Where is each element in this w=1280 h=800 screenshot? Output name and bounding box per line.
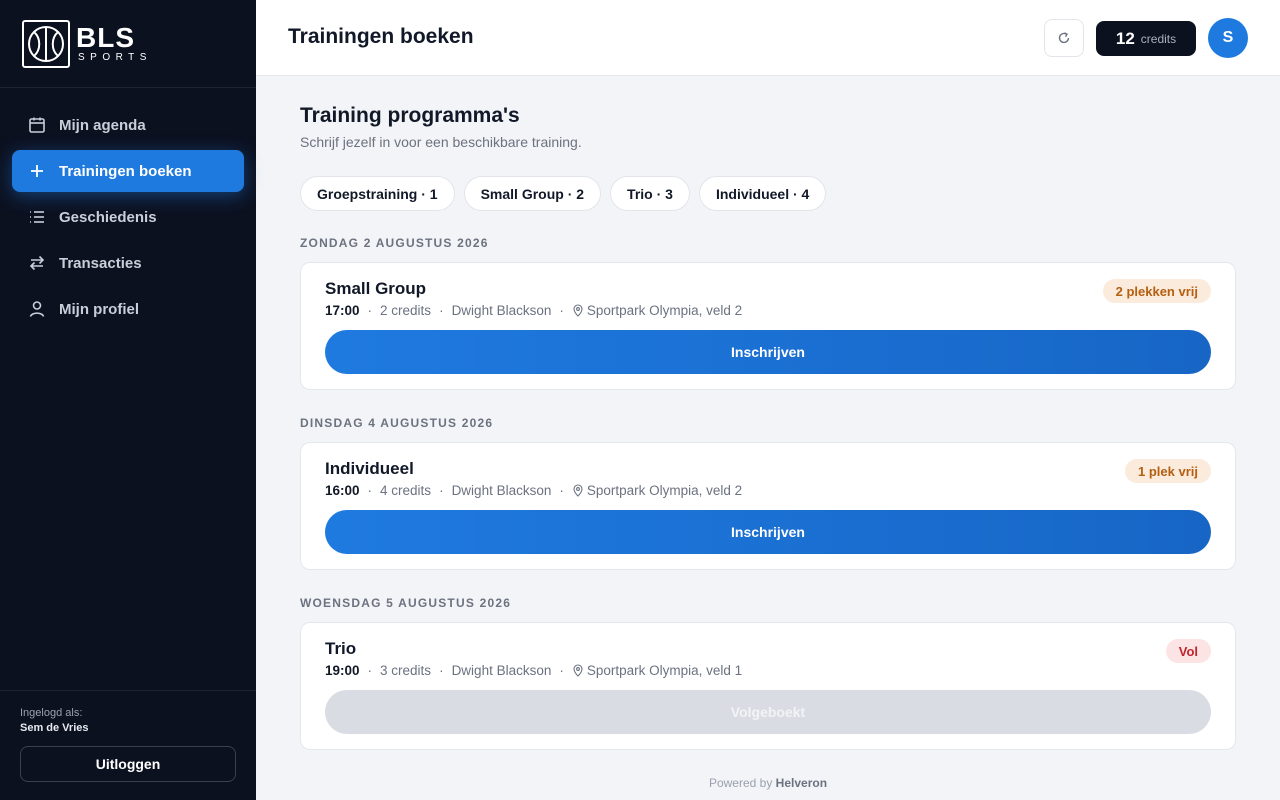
- sidebar-item-label: Trainingen boeken: [59, 162, 192, 180]
- training-time: 16:00: [325, 483, 360, 498]
- filter-chip-groepstraining[interactable]: Groepstraining · 1: [300, 176, 455, 211]
- sidebar-item-geschiedenis[interactable]: Geschiedenis: [12, 196, 244, 238]
- training-credits: 2 credits: [380, 303, 432, 318]
- refresh-icon: [1058, 32, 1070, 44]
- meta-separator: ·: [439, 663, 444, 678]
- meta-separator: ·: [367, 483, 373, 498]
- footer-brand: Helveron: [775, 776, 828, 790]
- availability-badge: 1 plek vrij: [1125, 459, 1211, 483]
- sidebar-nav: Mijn agenda Trainingen boeken Geschieden…: [0, 88, 256, 330]
- logged-in-label: Ingelogd als:: [20, 707, 83, 719]
- section-subtitle: Schrijf jezelf in voor een beschikbare t…: [300, 134, 582, 150]
- location-pin-icon: [573, 664, 583, 677]
- meta-separator: ·: [439, 303, 444, 318]
- training-meta: 16:00 · 4 credits · Dwight Blackson · Sp…: [325, 483, 742, 498]
- training-meta: 19:00 · 3 credits · Dwight Blackson · Sp…: [325, 663, 742, 678]
- logout-button[interactable]: Uitloggen: [20, 746, 236, 782]
- filter-chip-individueel[interactable]: Individueel · 4: [698, 176, 827, 211]
- sidebar-item-mijn-agenda[interactable]: Mijn agenda: [12, 104, 244, 146]
- training-card: Trio 19:00 · 3 credits · Dwight Blackson…: [300, 622, 1236, 750]
- credits-balance: 12 credits: [1096, 21, 1196, 56]
- user-avatar[interactable]: S: [1208, 18, 1248, 58]
- training-trainer: Dwight Blackson: [451, 483, 552, 498]
- brand-name: BLS: [76, 21, 135, 53]
- basketball-icon: [22, 19, 70, 68]
- credits-label: credits: [1140, 31, 1177, 46]
- arrows-swap-icon: [29, 255, 45, 271]
- page-header-title: Trainingen boeken: [288, 25, 474, 48]
- day-heading: DINSDAG 4 AUGUSTUS 2026: [300, 416, 494, 430]
- calendar-icon: [29, 117, 45, 133]
- meta-separator: ·: [559, 663, 564, 678]
- plus-icon: [31, 165, 43, 177]
- filter-chip-small-group[interactable]: Small Group · 2: [463, 176, 602, 211]
- day-heading: ZONDAG 2 AUGUSTUS 2026: [300, 236, 489, 250]
- list-icon: [30, 211, 44, 223]
- brand-logo[interactable]: BLS SPORTS: [0, 0, 256, 88]
- powered-by-footer: Powered by Helveron: [300, 776, 1236, 790]
- user-icon: [29, 301, 45, 317]
- top-header: Trainingen boeken 12 credits S: [256, 0, 1280, 76]
- training-time: 17:00: [325, 303, 360, 318]
- credits-count: 12: [1115, 28, 1135, 48]
- training-credits: 3 credits: [380, 663, 432, 678]
- training-title: Individueel: [325, 459, 414, 478]
- filter-chip-trio[interactable]: Trio · 3: [610, 176, 690, 211]
- training-card: Individueel 16:00 · 4 credits · Dwight B…: [300, 442, 1236, 570]
- sidebar-item-transacties[interactable]: Transacties: [12, 242, 244, 284]
- training-title: Trio: [325, 639, 357, 658]
- full-badge: Vol: [1165, 639, 1211, 663]
- meta-separator: ·: [559, 483, 564, 498]
- fully-booked-button: Volgeboekt: [325, 690, 1211, 734]
- location-pin-icon: [573, 484, 583, 497]
- sidebar-item-label: Mijn profiel: [59, 300, 139, 318]
- meta-separator: ·: [367, 663, 373, 678]
- sidebar-item-label: Transacties: [59, 254, 142, 272]
- sidebar-item-mijn-profiel[interactable]: Mijn profiel: [12, 288, 244, 330]
- availability-badge: 2 plekken vrij: [1102, 279, 1211, 303]
- sidebar-item-label: Geschiedenis: [59, 208, 157, 226]
- brand-tagline: SPORTS: [78, 51, 152, 63]
- training-location: Sportpark Olympia, veld 1: [586, 663, 743, 678]
- sidebar-account: Ingelogd als: Sem de Vries Uitloggen: [0, 690, 256, 800]
- enroll-button[interactable]: Inschrijven: [325, 330, 1211, 374]
- training-title: Small Group: [325, 279, 427, 298]
- section-title: Training programma's: [300, 104, 520, 127]
- meta-separator: ·: [367, 303, 373, 318]
- location-pin-icon: [573, 304, 583, 317]
- meta-separator: ·: [559, 303, 564, 318]
- training-location: Sportpark Olympia, veld 2: [586, 303, 743, 318]
- sidebar: BLS SPORTS Mijn agenda Trainingen boeken: [0, 0, 256, 800]
- training-trainer: Dwight Blackson: [451, 663, 552, 678]
- training-location: Sportpark Olympia, veld 2: [586, 483, 743, 498]
- sidebar-item-trainingen-boeken[interactable]: Trainingen boeken: [12, 150, 244, 192]
- training-card: Small Group 17:00 · 2 credits · Dwight B…: [300, 262, 1236, 390]
- refresh-button[interactable]: [1044, 19, 1084, 57]
- day-heading: WOENSDAG 5 AUGUSTUS 2026: [300, 596, 512, 610]
- training-time: 19:00: [325, 663, 360, 678]
- sidebar-item-label: Mijn agenda: [59, 116, 146, 134]
- enroll-button[interactable]: Inschrijven: [325, 510, 1211, 554]
- logged-in-user-name: Sem de Vries: [20, 722, 89, 734]
- program-filters: Groepstraining · 1 Small Group · 2 Trio …: [300, 176, 835, 211]
- training-credits: 4 credits: [380, 483, 432, 498]
- training-trainer: Dwight Blackson: [451, 303, 552, 318]
- footer-prefix: Powered by: [708, 776, 773, 790]
- meta-separator: ·: [439, 483, 444, 498]
- training-meta: 17:00 · 2 credits · Dwight Blackson · Sp…: [325, 303, 742, 318]
